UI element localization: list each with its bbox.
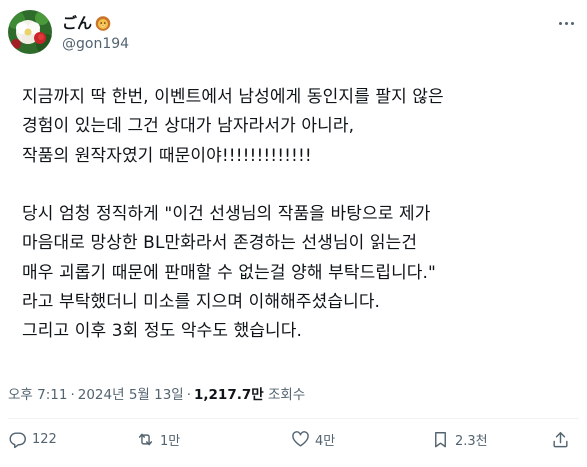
like-button[interactable]: 4만 <box>291 430 335 449</box>
user-handle[interactable]: @gon194 <box>62 34 129 54</box>
views-count: 1,217.7만 <box>194 387 264 403</box>
tweet-header: ごん @gon194 <box>8 10 579 60</box>
tweet-text-line: 작품의 원작자였기 때문이야!!!!!!!!!!!!! <box>22 145 312 166</box>
tweet-text-line: 경험이 있는데 그건 상대가 남자라서가 아니라, <box>22 116 355 137</box>
tweet-date[interactable]: 2024년 5월 13일 <box>78 387 184 403</box>
share-button[interactable] <box>551 430 570 449</box>
repost-icon <box>138 433 153 446</box>
tweet-text-line: 당시 엄청 정직하게 "이건 선생님의 작품을 바탕으로 제가 <box>22 204 431 225</box>
share-icon <box>553 432 568 448</box>
bookmark-icon <box>435 432 446 448</box>
meta-separator: · <box>70 387 75 403</box>
reply-count: 122 <box>32 432 57 447</box>
like-count: 4만 <box>315 434 336 449</box>
lion-face-icon <box>95 16 111 31</box>
display-name-text: ごん <box>62 14 93 32</box>
avatar-flower-image <box>8 10 52 54</box>
display-name[interactable]: ごん <box>62 13 129 33</box>
bookmark-button[interactable]: 2.3천 <box>431 430 488 449</box>
views-label: 조회수 <box>267 387 306 403</box>
heart-icon <box>292 431 309 447</box>
tweet-text-line: 매우 괴롭기 때문에 판매할 수 없는걸 양해 부탁드립니다." <box>22 262 436 283</box>
tweet-time[interactable]: 오후 7:11 <box>8 387 67 403</box>
repost-count: 1만 <box>160 434 181 449</box>
reply-button[interactable]: 122 <box>8 430 57 449</box>
repost-button[interactable]: 1만 <box>136 430 180 449</box>
reply-icon <box>9 432 26 449</box>
user-info: ごん @gon194 <box>62 13 129 54</box>
tweet-text: 지금까지 딱 한번, 이벤트에서 남성에게 동인지를 팔지 않은경험이 있는데 … <box>22 83 567 347</box>
tweet-text-line: 지금까지 딱 한번, 이벤트에서 남성에게 동인지를 팔지 않은 <box>22 87 444 107</box>
action-bar: 122 1만 4만 2.3천 <box>8 428 575 456</box>
avatar[interactable] <box>8 10 52 54</box>
meta-separator: · <box>186 387 192 403</box>
tweet-text-line: 그리고 이후 3회 정도 악수도 했습니다. <box>22 321 303 342</box>
bookmark-count: 2.3천 <box>455 434 488 449</box>
tweet-text-line: 라고 부탁했더니 미소를 지으며 이해해주셨습니다. <box>22 292 381 313</box>
more-options-icon[interactable] <box>555 14 577 32</box>
tweet-text-line: 마음대로 망상한 BL만화라서 존경하는 선생님이 읽는건 <box>22 233 418 254</box>
tweet-metadata: 오후 7:11 · 2024년 5월 13일 · 1,217.7만 조회수 <box>8 385 305 405</box>
divider <box>8 418 579 419</box>
